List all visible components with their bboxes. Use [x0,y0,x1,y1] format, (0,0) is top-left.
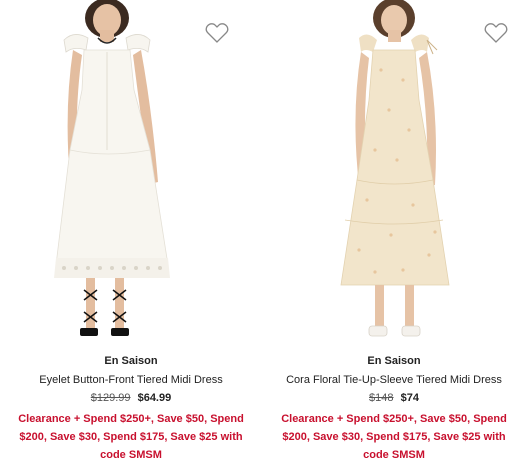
dress-photo-white-eyelet [54,0,170,336]
promo-text: Clearance + Spend $250+, Save $50, Spend… [263,410,525,464]
sale-price: $74 [400,392,419,404]
promo-line: code SMSM [100,449,162,461]
original-price: $148 [369,392,394,404]
product-info: En Saison Eyelet Button-Front Tiered Mid… [0,354,262,464]
wishlist-heart-icon[interactable] [205,22,229,44]
promo-line: $200, Save $30, Spend $175, Save $25 wit… [19,431,243,443]
promo-line: Clearance + Spend $250+, Save $50, Spend [18,413,244,425]
product-info: En Saison Cora Floral Tie-Up-Sleeve Tier… [263,354,525,464]
price-row: $129.99 $64.99 [0,391,262,406]
product-card[interactable]: En Saison Cora Floral Tie-Up-Sleeve Tier… [263,0,525,465]
promo-line: Clearance + Spend $250+, Save $50, Spend [281,413,507,425]
dress-photo-floral-peach [340,0,450,337]
product-brand[interactable]: En Saison [0,354,262,368]
product-image[interactable] [263,0,525,345]
product-brand[interactable]: En Saison [263,354,525,368]
product-title[interactable]: Eyelet Button-Front Tiered Midi Dress [0,373,262,387]
promo-line: $200, Save $30, Spend $175, Save $25 wit… [282,431,506,443]
wishlist-heart-icon[interactable] [484,22,508,44]
price-row: $148 $74 [263,391,525,406]
sale-price: $64.99 [137,392,172,404]
product-image[interactable] [0,0,262,345]
promo-text: Clearance + Spend $250+, Save $50, Spend… [0,410,280,464]
promo-line: code SMSM [363,449,425,461]
original-price: $129.99 [90,392,131,404]
product-title[interactable]: Cora Floral Tie-Up-Sleeve Tiered Midi Dr… [263,373,525,387]
product-card[interactable]: En Saison Eyelet Button-Front Tiered Mid… [0,0,262,465]
